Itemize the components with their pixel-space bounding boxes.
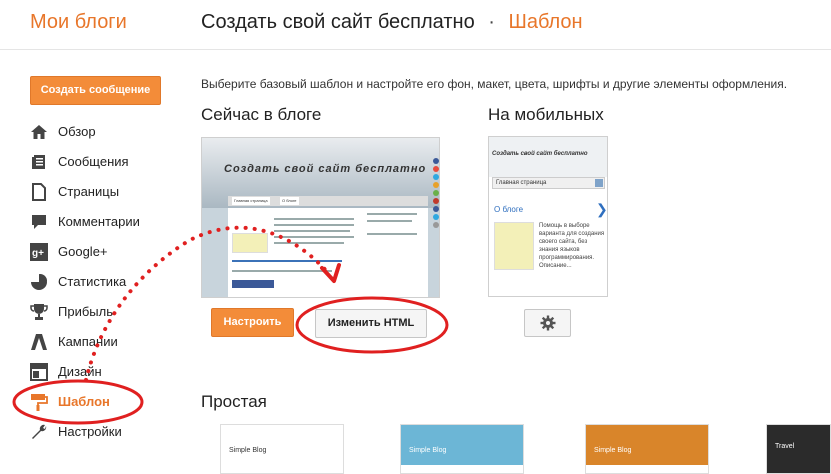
sidebar-item-label: Обзор (58, 124, 96, 139)
title-separator: · (488, 11, 495, 33)
mobile-preview-header (489, 137, 607, 177)
layout-icon (30, 363, 48, 381)
template-thumb-simple-3[interactable]: Simple Blog (585, 424, 709, 474)
create-post-button[interactable]: Создать сообщение (30, 76, 161, 105)
template-thumb-name: Travel (775, 443, 795, 450)
mobile-about-link: О блоге (494, 205, 524, 214)
sidebar-item-label: Комментарии (58, 214, 140, 229)
sidebar-item-pages[interactable]: Страницы (0, 177, 190, 207)
template-thumb-header (401, 425, 523, 465)
mobile-nav-select: Главная страница (492, 177, 605, 189)
configure-button[interactable]: Настроить (211, 308, 294, 337)
social-icons (433, 158, 439, 230)
mobile-template-preview[interactable]: Создать свой сайт бесплатно Главная стра… (488, 136, 608, 297)
sidebar-item-label: Прибыль (58, 304, 113, 319)
sidebar-item-label: Сообщения (58, 154, 129, 169)
preview-widget (232, 280, 274, 288)
sidebar-item-settings[interactable]: Настройки (0, 417, 190, 447)
wrench-icon (30, 423, 48, 441)
template-thumb-name: Simple Blog (409, 447, 447, 454)
mobile-post-text: Помощь в выборе варианта для создания св… (539, 223, 605, 269)
mobile-settings-button[interactable] (524, 309, 571, 337)
page-title: Создать свой сайт бесплатно · Шаблон (201, 11, 583, 34)
sidebar-item-label: Настройки (58, 424, 122, 439)
section-title: Шаблон (508, 11, 583, 33)
adwords-icon (30, 333, 48, 351)
preview-tab-about: О блоге (280, 197, 299, 205)
sidebar-item-label: Google+ (58, 244, 108, 259)
chevron-right-icon: ❯ (596, 201, 608, 217)
comments-icon (30, 213, 48, 231)
simple-templates-heading: Простая (201, 392, 267, 411)
sidebar-nav: Обзор Сообщения Страницы Комментарии g+ … (0, 117, 190, 447)
paint-roller-icon (30, 393, 48, 411)
template-thumb-header (221, 425, 343, 465)
template-description: Выберите базовый шаблон и настройте его … (201, 77, 788, 91)
pages-icon (30, 183, 48, 201)
my-blogs-link[interactable]: Мои блоги (30, 11, 127, 34)
mobile-nav-select-label: Главная страница (496, 180, 547, 186)
stats-pie-icon (30, 273, 48, 291)
desktop-template-preview[interactable]: Создать свой сайт бесплатно Главная стра… (201, 137, 440, 298)
blogger-template-page: Мои блоги Создать свой сайт бесплатно · … (0, 0, 831, 474)
template-thumb-simple-2[interactable]: Simple Blog (400, 424, 524, 474)
sidebar-item-stats[interactable]: Статистика (0, 267, 190, 297)
top-header: Мои блоги Создать свой сайт бесплатно · … (0, 0, 831, 50)
sidebar-item-label: Страницы (58, 184, 120, 199)
mobile-post-image (494, 222, 534, 270)
sidebar-item-layout[interactable]: Дизайн (0, 357, 190, 387)
posts-icon (30, 153, 48, 171)
sidebar-item-comments[interactable]: Комментарии (0, 207, 190, 237)
template-thumb-simple-1[interactable]: Simple Blog (220, 424, 344, 474)
blog-title[interactable]: Создать свой сайт бесплатно (201, 11, 475, 33)
sidebar-item-campaigns[interactable]: Кампании (0, 327, 190, 357)
sidebar-item-label: Дизайн (58, 364, 102, 379)
template-thumb-name: Simple Blog (229, 447, 267, 454)
sidebar-item-earnings[interactable]: Прибыль (0, 297, 190, 327)
mobile-heading: На мобильных (488, 105, 604, 124)
sidebar-item-label: Кампании (58, 334, 118, 349)
template-thumb-travel[interactable]: Travel (766, 424, 831, 474)
sidebar-item-google-plus[interactable]: g+ Google+ (0, 237, 190, 267)
google-plus-icon: g+ (30, 243, 48, 261)
sidebar-item-posts[interactable]: Сообщения (0, 147, 190, 177)
mobile-preview-title: Создать свой сайт бесплатно (492, 151, 588, 157)
sidebar-item-label: Статистика (58, 274, 127, 289)
current-blog-heading: Сейчас в блоге (201, 105, 322, 124)
home-icon (30, 123, 48, 141)
template-thumb-name: Simple Blog (594, 447, 632, 454)
preview-post-image (232, 233, 268, 253)
edit-html-button[interactable]: Изменить HTML (315, 309, 427, 338)
trophy-icon (30, 303, 48, 321)
chevron-down-icon (595, 179, 603, 187)
gear-icon (540, 315, 555, 331)
template-thumb-header (586, 425, 708, 465)
sidebar-item-template[interactable]: Шаблон (0, 387, 190, 417)
preview-blog-title: Создать свой сайт бесплатно (224, 163, 427, 175)
svg-text:g+: g+ (32, 248, 44, 259)
sidebar-item-label: Шаблон (58, 394, 110, 409)
sidebar-item-overview[interactable]: Обзор (0, 117, 190, 147)
preview-tab-home: Главная страница (232, 197, 270, 205)
